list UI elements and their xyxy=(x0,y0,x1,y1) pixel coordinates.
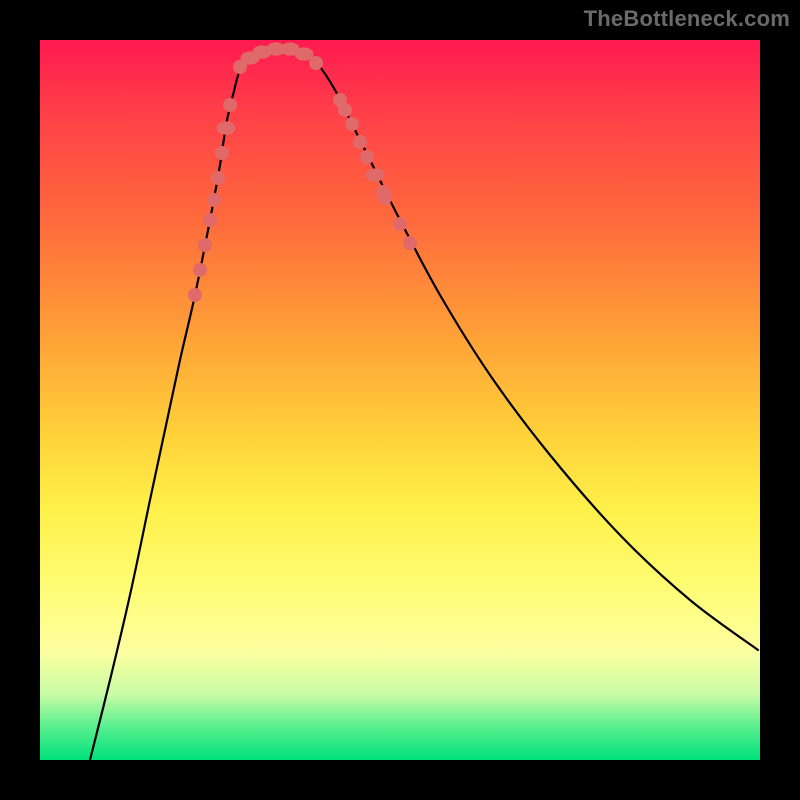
watermark-text: TheBottleneck.com xyxy=(584,6,790,32)
data-marker xyxy=(193,263,207,277)
bottleneck-curve xyxy=(90,48,758,760)
chart-frame: TheBottleneck.com xyxy=(0,0,800,800)
data-marker xyxy=(188,288,202,302)
data-marker xyxy=(223,98,237,112)
data-marker xyxy=(217,121,236,134)
data-marker xyxy=(309,56,323,70)
data-marker xyxy=(207,193,221,207)
data-marker xyxy=(378,191,392,205)
data-marker xyxy=(203,213,217,227)
data-marker xyxy=(211,171,225,185)
data-marker xyxy=(366,168,385,181)
data-marker xyxy=(345,117,359,131)
data-marker xyxy=(338,103,352,117)
data-marker xyxy=(198,238,212,252)
marker-group xyxy=(188,42,417,302)
chart-svg xyxy=(40,40,760,760)
data-marker xyxy=(403,236,417,250)
plot-area xyxy=(40,40,760,760)
data-marker xyxy=(393,217,407,231)
data-marker xyxy=(360,150,374,164)
data-marker xyxy=(353,135,367,149)
data-marker xyxy=(215,146,229,160)
